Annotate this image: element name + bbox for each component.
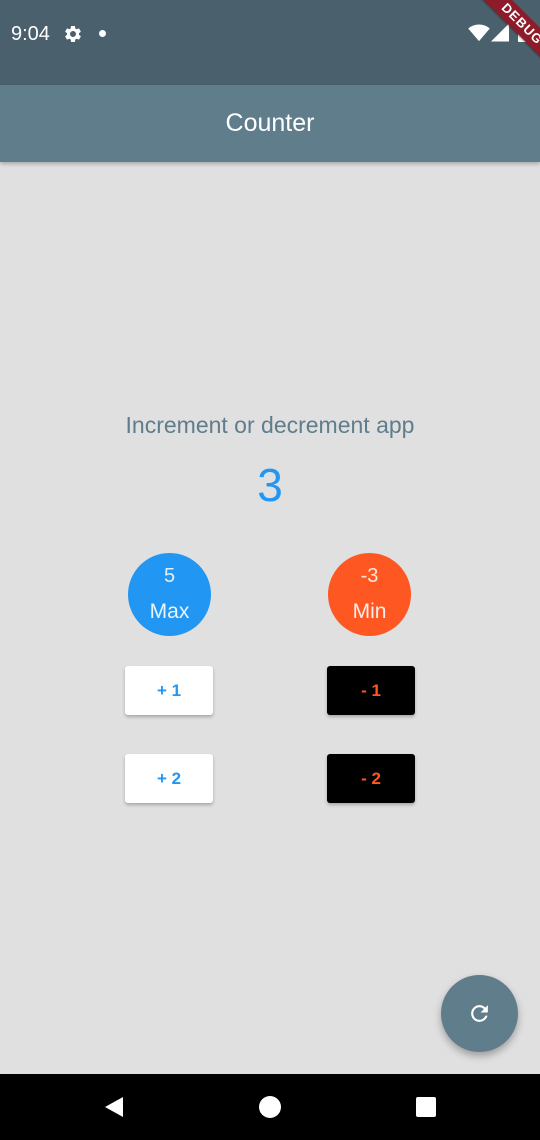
dot-icon: [99, 30, 106, 37]
status-time: 9:04: [11, 23, 50, 45]
increment-2-button[interactable]: + 2: [125, 754, 213, 803]
decrement-1-button[interactable]: - 1: [327, 666, 415, 715]
status-bar: 9:04 DEBUG: [0, 0, 540, 88]
back-icon[interactable]: [103, 1096, 125, 1118]
min-indicator: -3 Min: [328, 553, 411, 636]
max-label: Max: [149, 600, 190, 623]
reset-fab[interactable]: [441, 975, 518, 1052]
max-indicator: 5 Max: [128, 553, 211, 636]
refresh-icon: [471, 1005, 488, 1022]
counter-value: 3: [257, 459, 283, 511]
min-label: Min: [352, 600, 387, 623]
recent-apps-icon[interactable]: [416, 1097, 436, 1117]
app-bar: Counter: [0, 85, 540, 162]
decrement-2-button[interactable]: - 2: [327, 754, 415, 803]
gear-icon: [65, 25, 81, 42]
home-icon[interactable]: [259, 1096, 281, 1118]
page-title: Counter: [225, 109, 315, 137]
subtitle-text: Increment or decrement app: [125, 412, 415, 438]
wifi-icon: [468, 24, 490, 42]
min-value: -3: [360, 565, 379, 587]
counter-screen: 9:04 DEBUG Counter Increment or decremen…: [0, 0, 540, 1140]
max-value: 5: [163, 565, 176, 587]
debug-banner: DEBUG: [458, 0, 540, 88]
signal-icon: [491, 23, 509, 42]
increment-1-button[interactable]: + 1: [125, 666, 213, 715]
navigation-bar: [0, 1074, 540, 1140]
